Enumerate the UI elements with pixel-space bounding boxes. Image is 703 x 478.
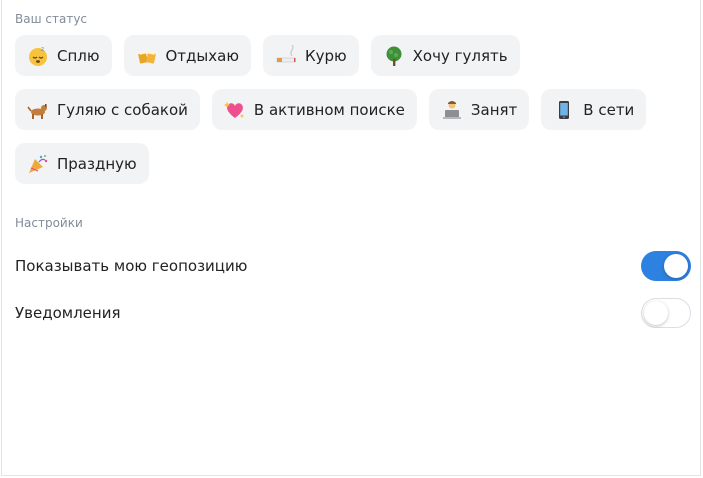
tree-icon [383,45,405,67]
svg-text:z: z [41,46,44,53]
status-chip-list: z Сплю Отдыхаю Курю Хочу гулять Гуляю с … [15,35,675,184]
setting-label-show-location: Показывать мою геопозицию [15,257,248,275]
sparkling-heart-icon [223,99,246,121]
beer-mugs-icon [136,45,158,67]
cigarette-icon [275,44,297,67]
status-chip-celebrating[interactable]: Праздную [15,143,149,184]
status-chip-resting[interactable]: Отдыхаю [123,35,251,76]
status-chip-label: Занят [470,100,518,119]
status-section-title: Ваш статус [15,12,88,26]
settings-section-title: Настройки [15,216,83,230]
status-chip-label: Курю [304,46,347,65]
status-settings-panel: Ваш статус z Сплю Отдыхаю Курю Хочу гуля… [1,0,701,476]
setting-label-notifications: Уведомления [15,304,121,322]
status-chip-label: Праздную [57,154,137,173]
status-chip-label: В активном поиске [253,100,405,119]
status-chip-label: Сплю [57,46,100,65]
status-chip-want-walk[interactable]: Хочу гулять [370,35,520,76]
status-chip-busy[interactable]: Занят [428,89,530,130]
toggle-knob [644,301,668,325]
laptop-user-icon [441,99,463,121]
status-chip-label: В сети [583,100,635,119]
status-chip-label: Отдыхаю [165,46,239,65]
setting-row-show-location: Показывать мою геопозицию [15,250,691,282]
notifications-toggle[interactable] [641,298,691,328]
status-chip-dog-walk[interactable]: Гуляю с собакой [15,89,200,130]
dog-icon [27,99,49,121]
status-chip-searching[interactable]: В активном поиске [211,89,417,130]
mobile-phone-icon [553,99,575,121]
setting-row-notifications: Уведомления [15,297,691,329]
status-chip-label: Хочу гулять [412,46,508,65]
party-popper-icon [27,153,49,175]
sleeping-face-icon: z [27,45,49,67]
toggle-knob [664,254,688,278]
status-chip-online[interactable]: В сети [541,89,647,130]
show-location-toggle[interactable] [641,251,691,281]
status-chip-smoking[interactable]: Курю [262,35,359,76]
status-chip-sleeping[interactable]: z Сплю [15,35,112,76]
status-chip-label: Гуляю с собакой [57,100,188,119]
